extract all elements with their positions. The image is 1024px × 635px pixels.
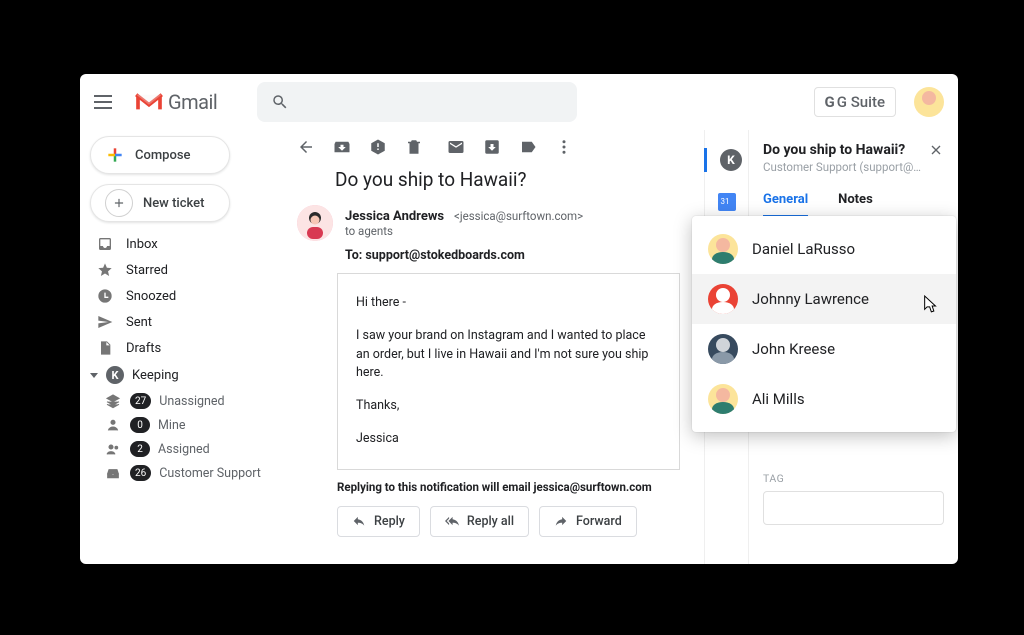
reply-note: Replying to this notification will email… [337,480,680,494]
sender-avatar [297,205,333,241]
assignee-option[interactable]: John Kreese [692,324,956,374]
app-name: Gmail [168,90,217,114]
spam-icon[interactable] [369,138,387,156]
account-avatar[interactable] [914,87,944,117]
sidebar-item-snoozed[interactable]: Snoozed [90,284,267,308]
inbox-tray-icon [104,465,122,481]
assignee-option[interactable]: Ali Mills [692,374,956,424]
search-icon [271,93,289,111]
sidebar-item-sent[interactable]: Sent [90,310,267,334]
compose-button[interactable]: Compose [90,136,230,174]
sidebar-sub-assigned[interactable]: 2 Assigned [90,438,267,460]
compose-plus-icon [105,145,125,165]
gmail-m-icon [134,91,164,113]
forward-button[interactable]: Forward [539,506,637,537]
addon-keeping[interactable]: K [704,148,747,172]
new-ticket-label: New ticket [143,196,204,211]
sidebar-section-keeping[interactable]: K Keeping [90,362,267,388]
gmail-logo: Gmail [134,90,217,114]
clock-icon [96,288,114,304]
keeping-k-icon: K [106,366,124,384]
assignee-option[interactable]: Johnny Lawrence [692,274,956,324]
email-toolbar [275,130,680,168]
gsuite-badge[interactable]: G G Suite [814,87,896,117]
gsuite-g: G [825,93,835,111]
sender-email: <jessica@surftown.com> [454,209,583,223]
reply-button[interactable]: Reply [337,506,420,537]
inbox-icon [96,236,114,252]
reply-all-button[interactable]: Reply all [430,506,529,537]
panel-tabs: General Notes [763,192,944,217]
tab-general[interactable]: General [763,192,808,217]
mark-unread-icon[interactable] [447,138,465,156]
star-icon [96,262,114,278]
gsuite-label: G Suite [837,93,885,111]
reply-buttons: Reply Reply all Forward [337,506,680,537]
panel-subtitle: Customer Support (support@stok… [763,160,923,174]
sidebar-sub-mine[interactable]: 0 Mine [90,414,267,436]
tag-input[interactable] [763,491,944,525]
compose-label: Compose [135,148,191,163]
people-icon [104,441,122,457]
tag-label: TAG [763,472,944,485]
sender-to: to agents [345,224,680,238]
email-body: Hi there - I saw your brand on Instagram… [337,273,680,470]
back-icon[interactable] [297,138,315,156]
menu-icon[interactable] [94,90,118,114]
layers-icon [104,393,122,409]
archive-icon[interactable] [333,138,351,156]
close-icon[interactable] [928,142,944,162]
email-view: Do you ship to Hawaii? Jessica Andrews <… [275,130,704,564]
caret-down-icon [90,373,98,378]
avatar-icon [708,284,738,314]
sidebar-item-inbox[interactable]: Inbox [90,232,267,256]
more-icon[interactable] [555,138,573,156]
person-icon [104,417,122,433]
avatar-icon [708,384,738,414]
move-to-icon[interactable] [483,138,501,156]
tab-notes[interactable]: Notes [838,192,873,216]
cursor-icon [918,294,938,318]
labels-icon[interactable] [519,138,537,156]
new-ticket-button[interactable]: New ticket [90,184,230,222]
sidebar-sub-unassigned[interactable]: 27 Unassigned [90,390,267,412]
assignee-option[interactable]: Daniel LaRusso [692,224,956,274]
sender-row: Jessica Andrews <jessica@surftown.com> t… [293,205,680,263]
email-to-line: To: support@stokedboards.com [345,248,680,263]
file-icon [96,340,114,356]
avatar-icon [708,334,738,364]
send-icon [96,314,114,330]
sender-name: Jessica Andrews [345,209,444,224]
search-input[interactable] [257,82,577,122]
sidebar-item-drafts[interactable]: Drafts [90,336,267,360]
delete-icon[interactable] [405,138,423,156]
plus-circle-icon [105,189,133,217]
avatar-icon [708,234,738,264]
sidebar-item-starred[interactable]: Starred [90,258,267,282]
header: Gmail G G Suite [80,74,958,130]
panel-title: Do you ship to Hawaii? [763,142,923,158]
assignee-dropdown-list: Daniel LaRusso Johnny Lawrence John Kree… [692,216,956,432]
email-subject: Do you ship to Hawaii? [275,168,680,191]
sidebar: Compose New ticket Inbox Starred Snoozed [80,130,275,564]
sidebar-sub-customer-support[interactable]: 26 Customer Support [90,462,267,484]
addon-calendar[interactable] [715,190,739,214]
